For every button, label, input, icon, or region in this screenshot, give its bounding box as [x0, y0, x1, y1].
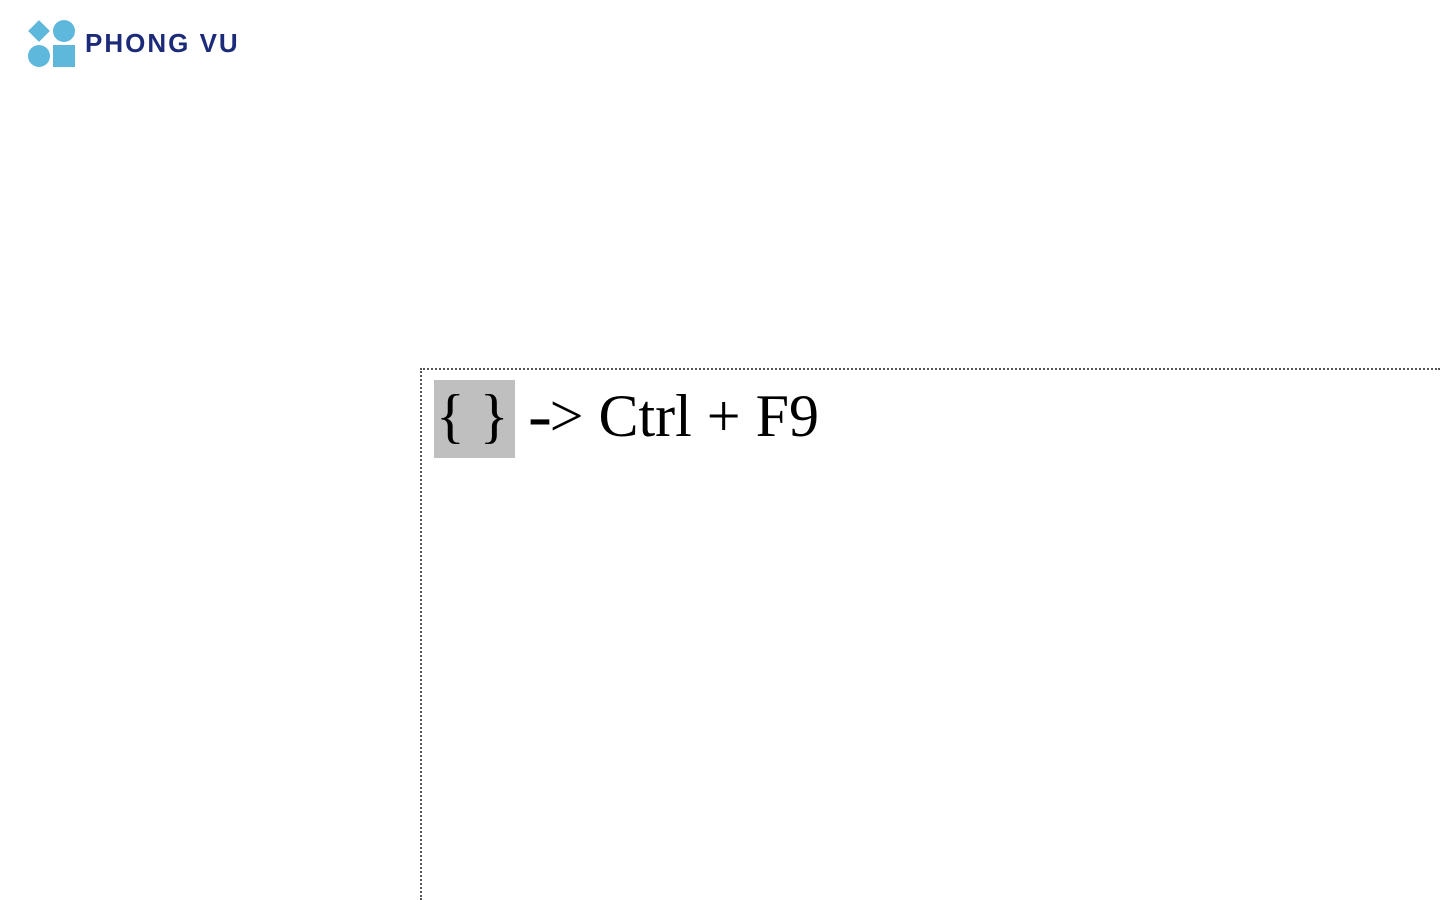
shortcut-label: Ctrl + F9 — [598, 383, 819, 449]
logo-diamond-icon — [28, 20, 50, 42]
brand-logo: PHONG VU — [28, 20, 240, 67]
document-line: { } -> Ctrl + F9 — [434, 380, 1428, 458]
logo-circle-icon — [28, 45, 50, 67]
arrow-text: -> — [530, 383, 599, 449]
logo-square-icon — [53, 45, 75, 67]
field-code-placeholder: { } — [434, 380, 515, 458]
brand-logo-text: PHONG VU — [85, 28, 240, 59]
brand-logo-icon — [28, 20, 75, 67]
document-area: { } -> Ctrl + F9 — [420, 368, 1440, 900]
logo-circle-icon — [53, 20, 75, 42]
